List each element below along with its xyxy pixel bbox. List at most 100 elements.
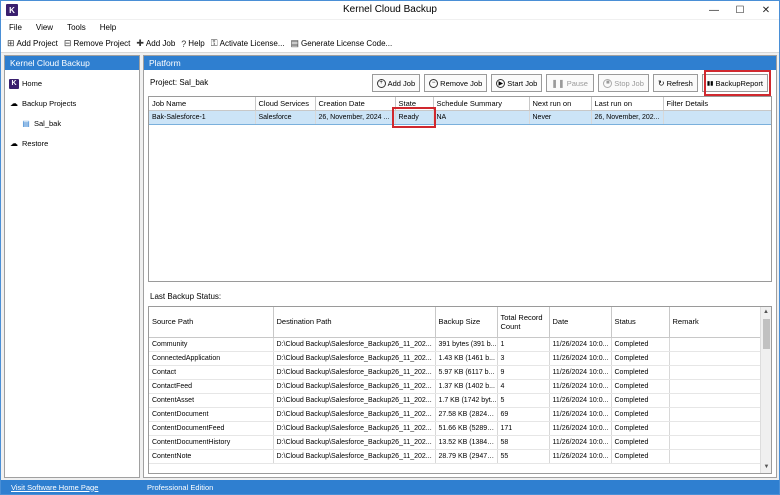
cell-backup-size: 391 bytes (391 b... [435, 337, 498, 352]
column-remark[interactable]: Remark [669, 307, 762, 338]
remove-project-label: Remove Project [73, 39, 131, 48]
table-row[interactable]: Bak-Salesforce-1 Salesforce 26, November… [149, 109, 771, 125]
cell-status: Completed [611, 435, 670, 450]
cell-cloud-service: Salesforce [255, 109, 316, 125]
column-filter-details[interactable]: Filter Details [663, 97, 771, 111]
sidebar-item-backup-projects[interactable]: ☁ Backup Projects [5, 97, 139, 110]
play-icon: ▶ [496, 78, 506, 88]
table-row[interactable]: ConnectedApplication D:\Cloud Backup\Sale… [149, 351, 762, 366]
column-creation-date[interactable]: Creation Date [315, 97, 396, 111]
add-project-button[interactable]: ⊞ Add Project [7, 38, 58, 49]
cell-record-count: 55 [497, 449, 550, 464]
cell-record-count: 69 [497, 407, 550, 422]
sidebar-item-label: Restore [22, 139, 49, 148]
home-page-link[interactable]: Visit Software Home Page [11, 483, 143, 492]
toolbar-add-job-button[interactable]: ✚ Add Job [136, 38, 175, 49]
start-job-button[interactable]: ▶ Start Job [491, 74, 543, 92]
cell-next-run: Never [529, 109, 592, 125]
cell-backup-size: 28.79 KB (29478... [435, 449, 498, 464]
cell-status: Completed [611, 407, 670, 422]
status-header-row: Source Path Destination Path Backup Size… [149, 307, 762, 338]
maximize-button[interactable]: ☐ [727, 1, 753, 19]
activate-license-button[interactable]: ⚿ Activate License... [211, 38, 285, 49]
cell-source-path: ContentNote [149, 449, 274, 464]
cell-date: 11/26/2024 10:0... [549, 365, 612, 380]
menu-view[interactable]: View [36, 23, 53, 32]
column-schedule-summary[interactable]: Schedule Summary [433, 97, 530, 111]
cell-schedule-summary: NA [433, 109, 530, 125]
pause-label: Pause [566, 78, 588, 88]
main-panel: Platform Project: Sal_bak + Add Job − Re… [143, 55, 777, 478]
cell-date: 11/26/2024 10:0... [549, 407, 612, 422]
table-row[interactable]: ContactFeed D:\Cloud Backup\Salesforce_Ba… [149, 379, 762, 394]
cell-source-path: ContentAsset [149, 393, 274, 408]
sidebar-item-sal-bak[interactable]: ▤ Sal_bak [5, 117, 139, 130]
column-next-run[interactable]: Next run on [529, 97, 592, 111]
column-state[interactable]: State [395, 97, 434, 111]
jobs-table: Job Name Cloud Services Creation Date St… [148, 96, 772, 282]
backup-report-button[interactable]: ▮▮ BackupReport [701, 74, 768, 92]
cell-source-path: ContentDocument [149, 407, 274, 422]
table-row[interactable]: ContentDocumentFeed D:\Cloud Backup\Sales… [149, 421, 762, 436]
table-row[interactable]: ContentAsset D:\Cloud Backup\Salesforce_B… [149, 393, 762, 408]
cell-record-count: 9 [497, 365, 550, 380]
cell-remark [669, 421, 762, 436]
column-job-name[interactable]: Job Name [149, 97, 256, 111]
stop-job-button[interactable]: ■ Stop Job [598, 74, 649, 92]
column-cloud-services[interactable]: Cloud Services [255, 97, 316, 111]
pause-button[interactable]: ❚❚ Pause [546, 74, 595, 92]
cell-destination-path: D:\Cloud Backup\Salesforce_Backup26_11_2… [273, 407, 436, 422]
cell-remark [669, 365, 762, 380]
cell-destination-path: D:\Cloud Backup\Salesforce_Backup26_11_2… [273, 393, 436, 408]
table-row[interactable]: ContentNote D:\Cloud Backup\Salesforce_Ba… [149, 449, 762, 464]
job-toolbar: + Add Job − Remove Job ▶ Start Job ❚❚ Pa… [368, 74, 768, 92]
sidebar-item-label: Backup Projects [22, 99, 77, 108]
start-job-label: Start Job [507, 78, 538, 88]
remove-job-button[interactable]: − Remove Job [424, 74, 488, 92]
scroll-up-icon[interactable]: ▲ [761, 307, 771, 318]
table-row[interactable]: ContentDocumentHistory D:\Cloud Backup\Sa… [149, 435, 762, 450]
sidebar-item-restore[interactable]: ☁ Restore [5, 137, 139, 150]
help-button[interactable]: ? Help [181, 39, 204, 49]
column-total-record-count[interactable]: Total Record Count [497, 307, 550, 338]
add-job-button[interactable]: + Add Job [371, 74, 421, 92]
refresh-label: Refresh [666, 78, 693, 88]
cell-date: 11/26/2024 10:0... [549, 379, 612, 394]
license-icon: ▤ [290, 38, 300, 48]
close-button[interactable]: ✕ [753, 1, 779, 19]
cell-backup-size: 27.58 KB (28244... [435, 407, 498, 422]
cell-date: 11/26/2024 10:0... [549, 337, 612, 352]
menu-help[interactable]: Help [100, 23, 116, 32]
menu-file[interactable]: File [9, 23, 22, 32]
scroll-thumb[interactable] [763, 319, 770, 349]
remove-icon: − [429, 78, 439, 88]
last-backup-status-label: Last Backup Status: [150, 292, 222, 301]
sidebar: Kernel Cloud Backup K Home ☁ Backup Proj… [4, 55, 140, 478]
column-status[interactable]: Status [611, 307, 670, 338]
column-source-path[interactable]: Source Path [149, 307, 274, 338]
sidebar-item-home[interactable]: K Home [5, 77, 139, 90]
column-destination-path[interactable]: Destination Path [273, 307, 436, 338]
column-date[interactable]: Date [549, 307, 612, 338]
cell-remark [669, 351, 762, 366]
table-row[interactable]: Community D:\Cloud Backup\Salesforce_Back… [149, 337, 762, 352]
refresh-button[interactable]: ↻ Refresh [652, 74, 698, 92]
generate-license-button[interactable]: ▤ Generate License Code... [291, 38, 393, 49]
cell-record-count: 5 [497, 393, 550, 408]
scroll-down-icon[interactable]: ▼ [761, 462, 771, 473]
column-last-run[interactable]: Last run on [591, 97, 664, 111]
cell-status: Completed [611, 421, 670, 436]
cell-destination-path: D:\Cloud Backup\Salesforce_Backup26_11_2… [273, 449, 436, 464]
status-table-scrollbar[interactable]: ▲ ▼ [760, 307, 771, 473]
minimize-button[interactable]: — [701, 1, 727, 19]
cell-status: Completed [611, 449, 670, 464]
window-controls: — ☐ ✕ [701, 1, 779, 19]
cell-backup-size: 1.37 KB (1402 b... [435, 379, 498, 394]
pause-icon: ❚❚ [551, 78, 565, 88]
remove-project-button[interactable]: ⊟ Remove Project [64, 38, 130, 49]
column-backup-size[interactable]: Backup Size [435, 307, 498, 338]
cell-backup-size: 1.7 KB (1742 byt... [435, 393, 498, 408]
table-row[interactable]: Contact D:\Cloud Backup\Salesforce_Backup… [149, 365, 762, 380]
table-row[interactable]: ContentDocument D:\Cloud Backup\Salesforc… [149, 407, 762, 422]
menu-tools[interactable]: Tools [67, 23, 86, 32]
